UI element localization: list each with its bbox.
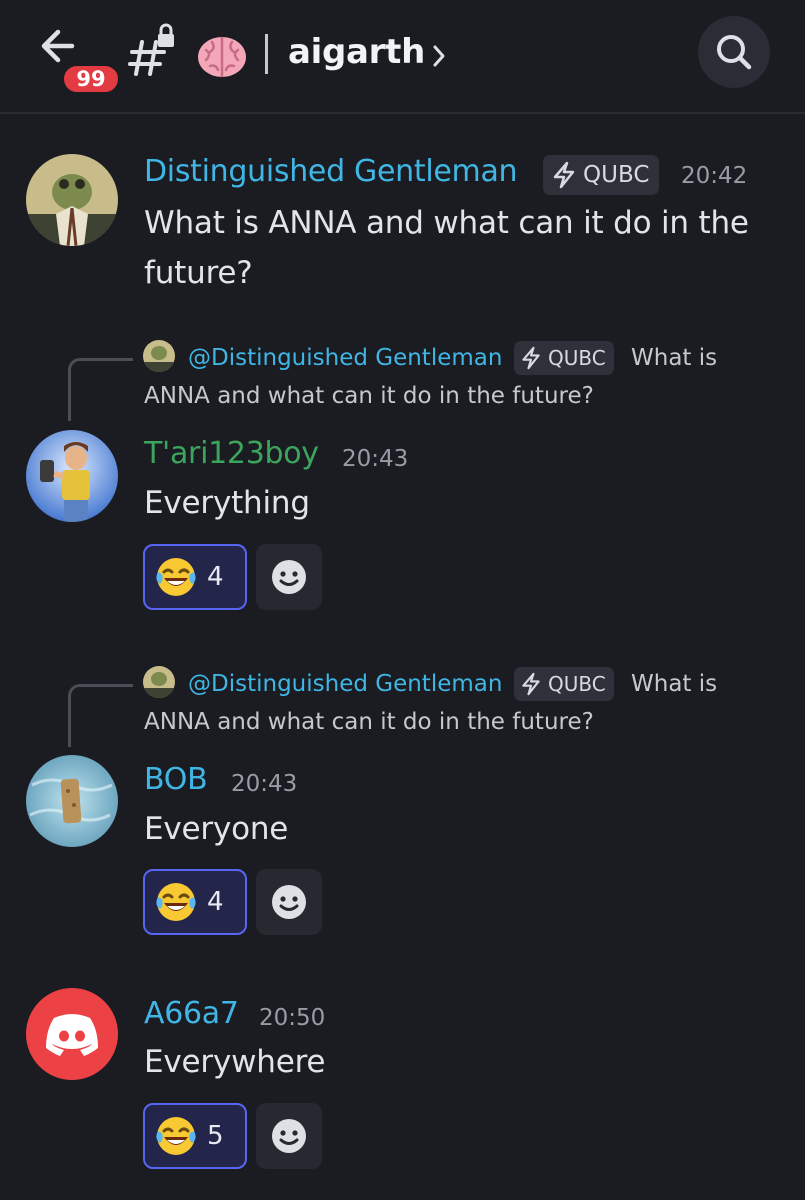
chevron-right-icon[interactable] bbox=[432, 44, 446, 68]
brain-icon bbox=[196, 34, 248, 80]
reply-preview-line1[interactable]: What is bbox=[631, 340, 717, 376]
lightning-icon bbox=[553, 161, 575, 189]
avatar-distinguished-gentleman[interactable] bbox=[26, 154, 118, 246]
title-separator bbox=[265, 34, 268, 74]
timestamp: 20:43 bbox=[231, 771, 298, 797]
laughing-crying-icon bbox=[156, 1117, 196, 1155]
unread-badge: 99 bbox=[60, 62, 122, 96]
reaction-count: 4 bbox=[207, 887, 224, 917]
server-tag-label: QUBC bbox=[583, 162, 650, 188]
message-text: Everything bbox=[144, 485, 310, 521]
reaction-laughing[interactable]: 5 bbox=[143, 1103, 247, 1169]
username[interactable]: BOB bbox=[144, 762, 208, 797]
header-divider bbox=[0, 112, 805, 114]
add-reaction-icon bbox=[272, 885, 306, 919]
add-reaction-button[interactable] bbox=[256, 869, 322, 935]
username[interactable]: Distinguished Gentleman bbox=[144, 154, 518, 189]
avatar-a66a7[interactable] bbox=[26, 988, 118, 1080]
hash-lock-icon bbox=[128, 22, 180, 78]
reply-connector bbox=[68, 684, 133, 747]
timestamp: 20:50 bbox=[259, 1005, 326, 1031]
add-reaction-button[interactable] bbox=[256, 544, 322, 610]
discord-logo-icon bbox=[46, 1014, 98, 1056]
laughing-crying-icon bbox=[156, 883, 196, 921]
reply-avatar bbox=[143, 340, 175, 372]
reaction-laughing[interactable]: 4 bbox=[143, 869, 247, 935]
reply-preview-line1[interactable]: What is bbox=[631, 666, 717, 702]
lightning-icon bbox=[522, 346, 540, 370]
reaction-laughing[interactable]: 4 bbox=[143, 544, 247, 610]
laughing-crying-icon bbox=[156, 558, 196, 596]
reply-server-tag: QUBC bbox=[514, 667, 614, 701]
reply-server-tag: QUBC bbox=[514, 341, 614, 375]
reply-connector bbox=[68, 358, 133, 421]
server-tag[interactable]: QUBC bbox=[543, 155, 660, 195]
reaction-count: 5 bbox=[207, 1121, 224, 1151]
reply-mention[interactable]: @Distinguished Gentleman bbox=[188, 671, 502, 697]
avatar-tari123boy[interactable] bbox=[26, 430, 118, 522]
message-text: Everyone bbox=[144, 811, 289, 847]
timestamp: 20:42 bbox=[681, 163, 748, 189]
username[interactable]: A66a7 bbox=[144, 996, 239, 1031]
add-reaction-icon bbox=[272, 560, 306, 594]
reaction-count: 4 bbox=[207, 562, 224, 592]
add-reaction-icon bbox=[272, 1119, 306, 1153]
search-icon bbox=[717, 35, 752, 70]
search-button[interactable] bbox=[698, 16, 770, 88]
lightning-icon bbox=[522, 672, 540, 696]
reply-avatar bbox=[143, 666, 175, 698]
message-text: Everywhere bbox=[144, 1044, 326, 1080]
reply-preview-line2[interactable]: ANNA and what can it do in the future? bbox=[144, 704, 594, 740]
reply-server-tag-label: QUBC bbox=[548, 672, 606, 696]
timestamp: 20:43 bbox=[342, 446, 409, 472]
add-reaction-button[interactable] bbox=[256, 1103, 322, 1169]
reply-server-tag-label: QUBC bbox=[548, 346, 606, 370]
reply-mention[interactable]: @Distinguished Gentleman bbox=[188, 345, 502, 371]
reply-preview-line2[interactable]: ANNA and what can it do in the future? bbox=[144, 378, 594, 414]
channel-name[interactable]: aigarth bbox=[288, 32, 425, 72]
message-text: What is ANNA and what can it do in the f… bbox=[144, 205, 749, 291]
avatar-bob[interactable] bbox=[26, 755, 118, 847]
username[interactable]: T'ari123boy bbox=[144, 436, 319, 471]
